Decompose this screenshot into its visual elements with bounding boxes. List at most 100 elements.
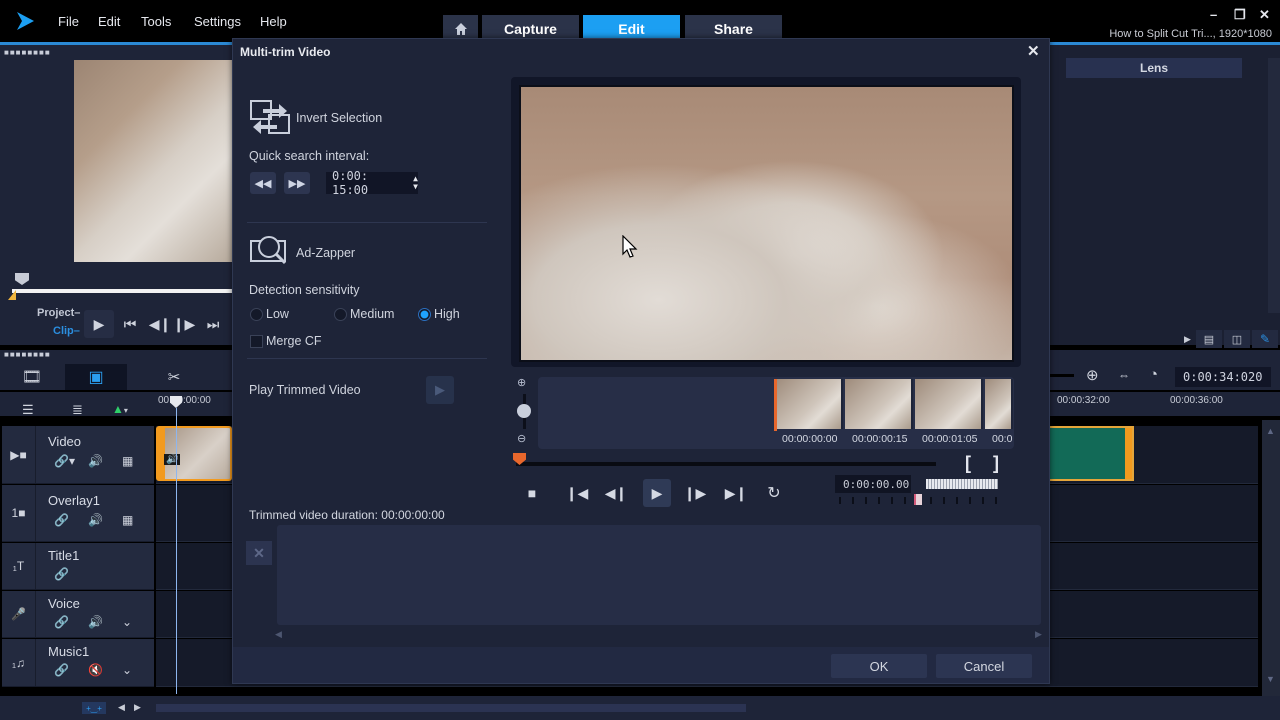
invert-selection-button[interactable]: Invert Selection [296,111,382,125]
track-header-music[interactable]: ₁♫ Music1 🔗 🔇 ⌄ [2,639,154,687]
expand-audio-icon[interactable]: ⌄ [122,663,132,677]
track-header-overlay[interactable]: 1■ Overlay1 🔗 🔊 ▦ [2,485,154,542]
project-mode-label[interactable]: Project– [37,307,80,319]
dialog-timecode[interactable]: 0:00:00.00 [835,475,911,493]
thumbnail[interactable] [845,379,913,429]
zoom-in-icon[interactable]: ⊕ [517,376,526,389]
scroll-left-icon[interactable]: ◀ [118,702,125,713]
spinner-icon[interactable]: ▲ ▼ [413,175,418,191]
timeline-horizontal-scrollbar[interactable] [156,704,746,712]
next-frame-button[interactable]: ❙▶ [173,314,196,334]
strip-zoom-knob[interactable] [517,404,531,418]
quick-search-back-button[interactable]: ◀◀ [250,172,276,194]
menu-settings[interactable]: Settings [194,14,241,29]
repeat-button[interactable]: ↻ [760,479,788,507]
mark-in-button[interactable]: [ [965,453,971,474]
sensitivity-low-label[interactable]: Low [266,307,289,321]
stop-button[interactable]: ■ [518,479,546,507]
storyboard-view-button[interactable]: 🎞 [10,364,54,390]
track-manager-icon[interactable]: ☰ [22,402,34,418]
chapter-point-icon[interactable]: ▲▾ [112,402,128,416]
fit-project-icon[interactable]: ⇔ [1118,368,1130,382]
minimize-button[interactable]: – [1210,7,1217,22]
link-icon[interactable]: 🔗 [54,567,69,581]
timeline-grip[interactable]: ■■■■■■■■ [4,350,51,359]
restore-button[interactable]: ❐ [1234,7,1246,23]
add-remove-track-icon[interactable]: ≣ [72,402,83,418]
expand-arrow-icon[interactable]: ▶ [1184,334,1191,345]
link-icon[interactable]: 🔗 [54,513,69,527]
previous-frame-button[interactable]: ◀❙ [602,479,630,507]
scroll-up-icon[interactable]: ▲ [1266,426,1275,436]
menu-tools[interactable]: Tools [141,14,171,29]
shuttle-slider-knob[interactable] [914,494,922,505]
go-to-end-button[interactable]: ▶❙ [722,479,750,507]
transparency-icon[interactable]: ▦ [122,454,133,468]
sensitivity-high-label[interactable]: High [434,307,460,321]
list-scroll-right-icon[interactable]: ▶ [1035,629,1042,640]
go-to-start-button[interactable]: ⏮ [120,314,140,334]
panel-grip[interactable]: ■■■■■■■■ [4,48,51,57]
timeline-playhead[interactable] [176,408,177,694]
play-trimmed-video-button[interactable]: ▶ [426,376,454,404]
merge-cf-checkbox[interactable] [250,335,263,348]
zoom-out-icon[interactable]: ⊖ [517,432,526,445]
timeline-view-button[interactable]: ▣ [65,364,127,390]
player-scrubber[interactable] [12,289,232,293]
dialog-scrubber[interactable] [516,462,936,466]
cancel-button[interactable]: Cancel [936,654,1032,678]
thumbnail[interactable] [985,379,1013,429]
video-clip-end[interactable] [1050,426,1134,481]
jog-wheel[interactable] [926,479,998,489]
clip-trim-handle[interactable] [1125,428,1132,479]
muted-icon[interactable]: 🔇 [88,663,103,677]
track-header-title[interactable]: ₁T Title1 🔗 [2,543,154,590]
track-header-video[interactable]: ▶■ Video 🔗▾ 🔊 ▦ [2,426,154,484]
expand-audio-icon[interactable]: ⌄ [122,615,132,629]
go-to-start-button[interactable]: ❙◀ [563,479,591,507]
player-play-button[interactable]: ▶ [84,310,114,338]
zoom-slider[interactable] [1048,374,1074,377]
split-view-button[interactable]: ◫ [1224,330,1250,348]
scroll-right-icon[interactable]: ▶ [134,702,141,713]
ok-button[interactable]: OK [831,654,927,678]
thumbnail[interactable] [775,379,843,429]
mute-icon[interactable]: 🔊 [88,454,103,468]
mute-icon[interactable]: 🔊 [88,513,103,527]
timeline-vertical-scrollbar[interactable]: ▲ ▼ [1262,420,1280,696]
ad-zapper-button[interactable]: Ad-Zapper [296,246,355,260]
video-clip[interactable]: 🔊 [156,426,232,481]
quick-search-interval-input[interactable]: 0:00: 15:00 ▲ ▼ [326,169,418,197]
tools-button[interactable]: ✂ [152,364,196,390]
mark-out-button[interactable]: ] [993,453,999,474]
trimmed-clips-list[interactable] [277,525,1041,625]
edit-button[interactable]: ✎ [1252,330,1278,348]
library-scrollbar[interactable] [1268,58,1280,313]
timeline-timecode[interactable]: 0:00:34:020 [1175,367,1271,387]
sensitivity-low-radio[interactable] [250,308,263,321]
play-button[interactable]: ▶ [643,479,671,507]
thumbnail[interactable] [915,379,983,429]
menu-file[interactable]: File [58,14,79,29]
go-to-end-button[interactable]: ⏭ [203,314,223,334]
transparency-icon[interactable]: ▦ [122,513,133,527]
link-icon[interactable]: 🔗 [54,663,69,677]
clip-mode-label[interactable]: Clip– [53,325,80,337]
zoom-to-fit-button[interactable]: +‿+ [82,702,106,714]
merge-cf-label[interactable]: Merge CF [266,334,322,348]
zoom-in-icon[interactable]: ⊕ [1086,366,1099,384]
remove-trim-button[interactable]: ✕ [246,541,272,565]
tab-lens[interactable]: Lens [1066,58,1242,78]
sensitivity-high-radio[interactable] [418,308,431,321]
mute-icon[interactable]: 🔊 [88,615,103,629]
thumbnail-view-button[interactable]: ▤ [1196,330,1222,348]
invert-selection-icon[interactable] [249,99,291,135]
previous-frame-button[interactable]: ◀❙ [149,314,172,334]
list-scroll-left-icon[interactable]: ◀ [275,629,282,640]
track-header-voice[interactable]: 🎤 Voice 🔗 🔊 ⌄ [2,591,154,638]
sensitivity-medium-label[interactable]: Medium [350,307,394,321]
scroll-down-icon[interactable]: ▼ [1266,674,1275,684]
menu-help[interactable]: Help [260,14,287,29]
link-icon[interactable]: 🔗▾ [54,454,75,468]
quick-search-forward-button[interactable]: ▶▶ [284,172,310,194]
